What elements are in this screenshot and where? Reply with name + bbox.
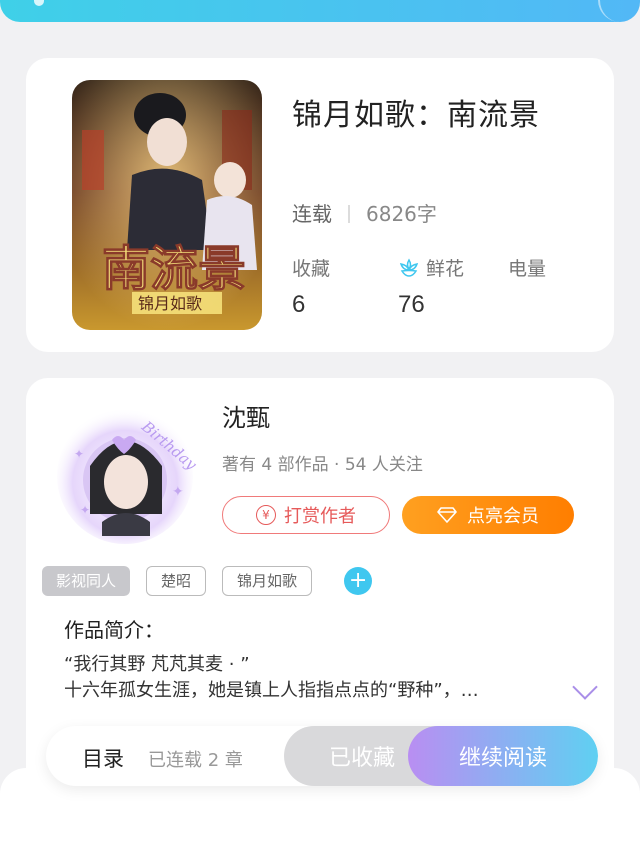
svg-text:✦: ✦ bbox=[80, 503, 90, 517]
intro-text[interactable]: “我行其野 芃芃其麦 · ” 十六年孤女生涯，她是镇上人指指点点的“野种”，… bbox=[64, 652, 479, 704]
top-bar bbox=[0, 0, 640, 22]
back-icon[interactable] bbox=[34, 0, 44, 6]
tag-item[interactable]: 楚昭 bbox=[146, 566, 207, 596]
stat-collect-value: 6 bbox=[292, 291, 306, 318]
reward-author-button[interactable]: ¥ 打赏作者 bbox=[222, 496, 390, 534]
collected-label: 已收藏 bbox=[328, 746, 395, 771]
reward-author-label: 打赏作者 bbox=[284, 506, 356, 527]
book-meta: 连载 6826字 bbox=[292, 198, 437, 227]
diamond-icon bbox=[437, 507, 457, 523]
stat-collect-label: 收藏 bbox=[292, 258, 331, 280]
book-info-card: 南流景 锦月如歌 锦月如歌：南流景 连载 6826字 收藏 6 鲜花 76 电量 bbox=[26, 58, 614, 352]
stat-flower-value: 76 bbox=[398, 291, 425, 318]
stat-collect: 收藏 6 bbox=[292, 254, 330, 319]
add-tag-button[interactable]: + bbox=[344, 567, 373, 595]
chevron-down-icon[interactable] bbox=[572, 674, 598, 700]
stat-power-label: 电量 bbox=[508, 258, 547, 280]
word-count: 6826字 bbox=[366, 202, 437, 226]
continue-reading-label: 继续阅读 bbox=[458, 746, 547, 771]
vip-button[interactable]: 点亮会员 bbox=[402, 496, 574, 534]
avatar-image: Birthday ✦ ✦ ✦ bbox=[57, 408, 201, 544]
tag-item[interactable]: 锦月如歌 bbox=[222, 566, 313, 596]
cover-title-small: 锦月如歌 bbox=[138, 294, 202, 313]
stat-flower-label-row: 鲜花 bbox=[398, 254, 464, 281]
author-name[interactable]: 沈甄 bbox=[222, 398, 270, 433]
intro-line: “我行其野 芃芃其麦 · ” bbox=[64, 654, 250, 675]
flower-icon bbox=[399, 258, 419, 277]
toc-button[interactable]: 目录 bbox=[82, 743, 124, 773]
cover-title-big: 南流景 bbox=[102, 241, 246, 297]
tag-item[interactable]: 影视同人 bbox=[42, 566, 131, 596]
book-status: 连载 bbox=[292, 202, 332, 226]
book-title: 锦月如歌：南流景 bbox=[292, 98, 540, 133]
stat-flower[interactable]: 鲜花 76 bbox=[398, 254, 464, 319]
book-cover[interactable]: 南流景 锦月如歌 bbox=[72, 80, 262, 330]
yen-icon: ¥ bbox=[256, 505, 276, 525]
svg-text:✦: ✦ bbox=[172, 484, 184, 500]
author-avatar[interactable]: Birthday ✦ ✦ ✦ bbox=[50, 396, 201, 546]
more-icon[interactable] bbox=[598, 0, 640, 22]
stat-power[interactable]: 电量 bbox=[508, 254, 546, 291]
cover-image: 南流景 锦月如歌 bbox=[72, 80, 262, 330]
tag-list: 影视同人 楚昭 锦月如歌 + bbox=[42, 566, 373, 596]
divider bbox=[348, 205, 350, 223]
stat-flower-label: 鲜花 bbox=[426, 258, 465, 280]
chapter-count: 已连载 2 章 bbox=[148, 750, 243, 771]
intro-title: 作品简介： bbox=[64, 618, 164, 642]
bottom-action-bar: 目录 已连载 2 章 已收藏 继续阅读 bbox=[46, 726, 598, 786]
svg-text:✦: ✦ bbox=[74, 447, 84, 461]
author-stats: 著有 4 部作品 · 54 人关注 bbox=[222, 455, 423, 475]
intro-line: 十六年孤女生涯，她是镇上人指指点点的“野种”，… bbox=[64, 680, 479, 701]
vip-label: 点亮会员 bbox=[467, 506, 539, 527]
continue-reading-button[interactable]: 继续阅读 bbox=[408, 726, 598, 786]
